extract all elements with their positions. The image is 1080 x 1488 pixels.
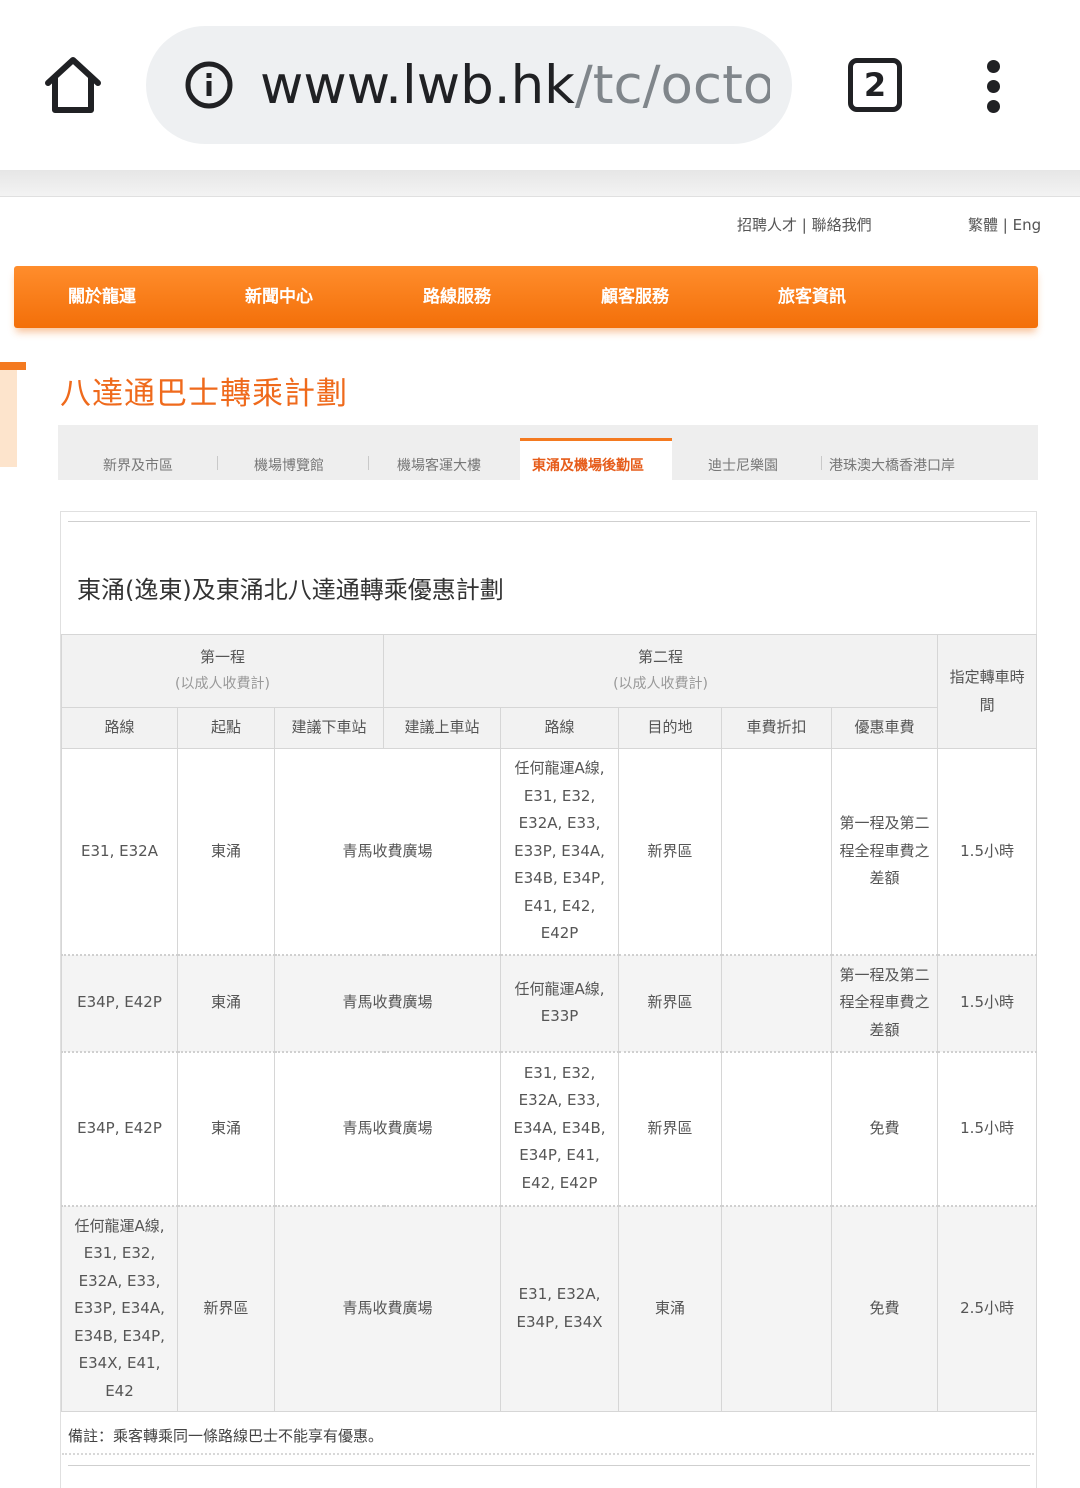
cell-route1: E34P, E42P [61, 1050, 178, 1206]
nav-item-news[interactable]: 新聞中心 [245, 282, 313, 307]
table-row: E31, E32A 東涌 青馬收費廣場 任何龍運A線, E31, E32, E3… [61, 748, 1038, 955]
lang-tc-link[interactable]: 繁體 [968, 216, 998, 234]
cell-interchange: 青馬收費廣場 [273, 953, 502, 1052]
cell-fare: 第一程及第二程全程車費之差額 [831, 953, 939, 1052]
home-icon[interactable] [40, 52, 106, 118]
cell-fare: 免費 [831, 1050, 939, 1206]
main-nav: 關於龍運 新聞中心 路線服務 顧客服務 旅客資訊 [14, 266, 1038, 328]
cell-time: 1.5小時 [937, 748, 1038, 955]
nav-item-routes[interactable]: 路線服務 [423, 282, 491, 307]
top-links: 招聘人才 | 聯絡我們 [737, 216, 872, 234]
content-title: 東涌(逸東)及東涌北八達通轉乘優惠計劃 [77, 576, 504, 604]
cell-origin: 新界區 [177, 1204, 275, 1412]
info-icon[interactable] [184, 60, 234, 110]
column-header: 目的地 [618, 707, 723, 749]
page-title: 八達通巴士轉乘計劃 [60, 376, 348, 412]
url-path: /tc/octop [574, 55, 770, 116]
cell-route1: E34P, E42P [61, 953, 178, 1052]
subtab-divider [821, 456, 822, 470]
cell-interchange: 青馬收費廣場 [273, 748, 502, 955]
table-row: 任何龍運A線, E31, E32, E32A, E33, E33P, E34A,… [61, 1204, 1038, 1412]
content-top-rule [68, 521, 1030, 522]
header-first-leg-note: (以成人收費計) [175, 676, 270, 692]
cell-route2: E31, E32A, E34P, E34X [500, 1204, 620, 1412]
cell-route1: 任何龍運A線, E31, E32, E32A, E33, E33P, E34A,… [61, 1204, 178, 1412]
cell-discount [721, 1050, 833, 1206]
subtab-nt-urban[interactable]: 新界及市區 [103, 455, 173, 475]
cell-route1: E31, E32A [61, 748, 178, 955]
address-bar[interactable]: www.lwb.hk/tc/octop [146, 26, 792, 144]
header-second-leg: 第二程 (以成人收費計) [383, 634, 939, 708]
table-row: E34P, E42P 東涌 青馬收費廣場 E31, E32, E32A, E33… [61, 1050, 1038, 1206]
cell-discount [721, 1204, 833, 1412]
header-second-leg-note: (以成人收費計) [613, 676, 709, 692]
subtab-divider [368, 456, 369, 470]
cell-route2: 任何龍運A線, E31, E32, E32A, E33, E33P, E34A,… [500, 748, 620, 955]
column-header: 路線 [500, 707, 620, 749]
subtab-disneyland[interactable]: 迪士尼樂園 [708, 455, 778, 475]
interchange-table: 第一程 (以成人收費計) 第二程 (以成人收費計) 指定轉車時間 路線 起點 建… [60, 634, 1038, 1412]
cell-route2: E31, E32, E32A, E33, E34A, E34B, E34P, E… [500, 1050, 620, 1206]
column-header: 優惠車費 [831, 707, 939, 749]
side-accent [0, 362, 17, 467]
cell-destination: 新界區 [618, 953, 723, 1052]
side-accent-bar [0, 362, 26, 370]
cell-interchange: 青馬收費廣場 [273, 1204, 502, 1412]
table-row: E34P, E42P 東涌 青馬收費廣場 任何龍運A線, E33P 新界區 第一… [61, 953, 1038, 1052]
cell-fare: 第一程及第二程全程車費之差額 [831, 748, 939, 955]
careers-link[interactable]: 招聘人才 [737, 216, 797, 234]
header-second-leg-label: 第二程 [638, 647, 684, 666]
cell-time: 1.5小時 [937, 953, 1038, 1052]
url-text[interactable]: www.lwb.hk/tc/octop [260, 48, 770, 124]
cell-time: 2.5小時 [937, 1204, 1038, 1412]
header-transfer-time: 指定轉車時間 [937, 634, 1038, 749]
content-bottom-rule [68, 1465, 1030, 1466]
cell-discount [721, 953, 833, 1052]
column-header: 起點 [177, 707, 275, 749]
cell-fare: 免費 [831, 1204, 939, 1412]
cell-destination: 東涌 [618, 1204, 723, 1412]
url-host: www.lwb.hk [260, 55, 575, 116]
header-first-leg-label: 第一程 [200, 647, 246, 666]
cell-route2: 任何龍運A線, E33P [500, 953, 620, 1052]
contact-link[interactable]: 聯絡我們 [812, 216, 872, 234]
cell-destination: 新界區 [618, 748, 723, 955]
column-header: 路線 [61, 707, 178, 749]
subtab-divider [217, 456, 218, 470]
cell-discount [721, 748, 833, 955]
column-header: 建議下車站 [273, 707, 385, 749]
cell-origin: 東涌 [177, 748, 275, 955]
note-divider [62, 1453, 1034, 1455]
nav-item-about[interactable]: 關於龍運 [68, 282, 136, 307]
table-note: 備註：乘客轉乘同一條路線巴士不能享有優惠。 [68, 1427, 384, 1445]
column-header: 車費折扣 [721, 707, 833, 749]
cell-destination: 新界區 [618, 1050, 723, 1206]
cell-origin: 東涌 [177, 1050, 275, 1206]
header-first-leg: 第一程 (以成人收費計) [60, 634, 385, 708]
more-menu-icon[interactable] [984, 58, 1008, 114]
tab-switcher-button[interactable]: 2 [848, 58, 902, 112]
cell-origin: 東涌 [177, 953, 275, 1052]
column-header: 建議上車站 [383, 707, 502, 749]
nav-item-customer-service[interactable]: 顧客服務 [601, 282, 669, 307]
subtab-bar: 新界及市區 機場博覽館 機場客運大樓 東涌及機場後勤區 迪士尼樂園 港珠澳大橋香… [58, 425, 1038, 480]
page-top-band [0, 170, 1080, 197]
subtab-passenger-terminal[interactable]: 機場客運大樓 [397, 455, 481, 475]
cell-time: 1.5小時 [937, 1050, 1038, 1206]
lang-en-link[interactable]: Eng [1013, 216, 1042, 234]
subtab-tung-chung-active[interactable]: 東涌及機場後勤區 [520, 438, 672, 480]
language-switch: 繁體 | Eng [968, 216, 1042, 234]
cell-interchange: 青馬收費廣場 [273, 1050, 502, 1206]
browser-toolbar: www.lwb.hk/tc/octop 2 [0, 0, 1080, 170]
nav-item-passenger-info[interactable]: 旅客資訊 [778, 282, 846, 307]
subtab-active-label: 東涌及機場後勤區 [532, 458, 644, 474]
subtab-hzmb-port[interactable]: 港珠澳大橋香港口岸 [829, 455, 955, 475]
subtab-asiaworld-expo[interactable]: 機場博覽館 [254, 455, 324, 475]
